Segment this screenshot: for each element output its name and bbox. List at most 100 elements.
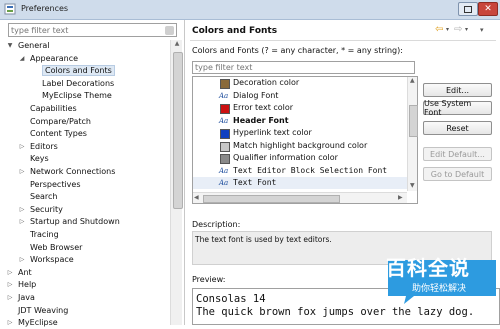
tree-expander-icon[interactable]: ▼ <box>6 40 14 52</box>
maximize-button[interactable] <box>458 2 478 16</box>
colors-fonts-vscroll-thumb[interactable] <box>409 105 418 137</box>
back-history-dropdown-icon[interactable]: ▾ <box>446 26 449 33</box>
tree-item-label: General <box>18 41 50 50</box>
tree-expander-icon[interactable]: ▷ <box>18 141 26 153</box>
back-arrow-icon[interactable]: ⇦ <box>435 24 443 35</box>
tree-item-label: Perspectives <box>30 179 81 189</box>
scroll-up-icon[interactable]: ▲ <box>171 40 183 50</box>
edit-button-label: Edit... <box>445 85 470 95</box>
forward-arrow-icon[interactable]: ⇨ <box>454 24 462 35</box>
tree-item[interactable]: Search <box>20 191 57 203</box>
colors-fonts-item[interactable]: Aa Text Editor Block Selection Font <box>193 165 407 177</box>
tree-expander-icon[interactable]: ▷ <box>18 254 26 266</box>
colors-fonts-item-label: Header Font <box>233 115 289 125</box>
go-to-default-button[interactable]: Go to Default <box>423 167 492 181</box>
tree-expander-icon[interactable]: ▷ <box>6 292 14 304</box>
colors-fonts-hscroll-thumb[interactable] <box>203 195 340 203</box>
use-system-font-button[interactable]: Use System Font <box>423 99 492 117</box>
colors-fonts-item[interactable]: Aa Header Font <box>193 115 407 127</box>
tree-item-label: MyEclipse <box>18 318 58 328</box>
preview-label: Preview: <box>192 275 226 284</box>
tree-item-label: Keys <box>30 154 49 164</box>
colors-fonts-hscrollbar[interactable]: ◀ ▶ <box>193 192 407 203</box>
tree-item-label: Tracing <box>30 230 59 239</box>
go-to-default-label: Go to Default <box>430 169 485 179</box>
tree-item-label: Java <box>18 293 35 302</box>
color-swatch-icon <box>220 141 230 152</box>
tree-scrollbar[interactable]: ▲ <box>170 40 183 325</box>
preview-line-sample: The quick brown fox jumps over the lazy … <box>196 306 475 318</box>
tree-item[interactable]: Keys <box>20 153 49 165</box>
colors-fonts-item[interactable]: Aa Text Font <box>193 177 407 189</box>
tree-item[interactable]: Colors and Fonts <box>32 65 115 77</box>
colors-fonts-item[interactable]: Hyperlink text color <box>193 127 407 139</box>
tree-item-label: Security <box>30 204 63 214</box>
edit-button[interactable]: Edit... <box>423 83 492 97</box>
tree-item[interactable]: ◢ Appearance <box>20 53 78 65</box>
tree-item[interactable]: ▷ MyEclipse <box>8 317 58 329</box>
title-bar: Preferences <box>0 0 500 20</box>
tree-item[interactable]: ▷ Help <box>6 279 37 291</box>
clear-filter-icon[interactable] <box>165 26 174 35</box>
tree-item[interactable]: ▷ Network Connections <box>18 166 116 178</box>
page-title: Colors and Fonts <box>192 26 278 36</box>
view-menu-icon[interactable]: ▾ <box>480 26 484 34</box>
tree-expander-icon[interactable]: ▷ <box>6 279 14 291</box>
colors-fonts-item-label: Text Font <box>233 178 277 187</box>
scroll-down-icon[interactable]: ▼ <box>410 182 415 189</box>
tree-item[interactable]: MyEclipse Theme <box>32 90 112 102</box>
forward-history-dropdown-icon[interactable]: ▾ <box>465 26 468 33</box>
colors-fonts-item-label: Hyperlink text color <box>233 128 312 137</box>
tree-item[interactable]: Perspectives <box>20 179 81 191</box>
scroll-left-icon[interactable]: ◀ <box>194 194 199 201</box>
tree-item[interactable]: ▷ Startup and Shutdown <box>20 216 120 228</box>
close-button[interactable]: ✕ <box>478 2 498 16</box>
colors-fonts-item[interactable]: Qualifier information color <box>193 152 407 164</box>
colors-fonts-filter-box[interactable] <box>192 61 415 74</box>
maximize-icon <box>464 5 472 13</box>
colors-fonts-item[interactable]: Decoration color <box>193 77 407 89</box>
tree-item[interactable]: Content Types <box>20 128 87 140</box>
tree-item-label: Appearance <box>30 53 79 63</box>
colors-fonts-tree: Decoration color Aa Dialog Font Error text … <box>192 76 418 204</box>
tree-item-label: Help <box>18 280 37 290</box>
preference-filter-input[interactable] <box>9 24 169 36</box>
tree-expander-icon[interactable]: ▷ <box>6 267 14 279</box>
tree-item-label: Startup and Shutdown <box>30 217 120 227</box>
colors-fonts-item-label: Error text color <box>233 103 294 112</box>
tree-scroll-thumb[interactable] <box>173 52 183 209</box>
colors-fonts-vscrollbar[interactable]: ▲ ▼ <box>407 77 418 191</box>
scroll-right-icon[interactable]: ▶ <box>398 194 403 201</box>
tree-expander-icon[interactable]: ▷ <box>18 204 26 216</box>
tree-item[interactable]: ▷ Workspace <box>20 254 74 266</box>
tree-item[interactable]: ▷ Editors <box>20 141 58 153</box>
colors-fonts-item[interactable]: Error text color <box>193 102 407 114</box>
tree-item[interactable]: ▷ Java <box>8 292 35 304</box>
tree-expander-icon[interactable]: ◢ <box>18 53 26 65</box>
tree-item[interactable]: ▷ Security <box>20 204 63 216</box>
tree-item[interactable]: Web Browser <box>20 242 82 254</box>
tree-item-label: Workspace <box>30 255 74 265</box>
colors-fonts-item[interactable]: Aa Dialog Font <box>193 90 407 102</box>
colors-fonts-item[interactable]: Match highlight background color <box>193 140 407 152</box>
tree-item[interactable]: Capabilities <box>20 103 77 115</box>
scroll-up-icon[interactable]: ▲ <box>410 77 415 84</box>
tree-item[interactable]: Tracing <box>20 229 59 241</box>
preference-filter-box[interactable] <box>8 23 177 37</box>
tree-expander-icon[interactable]: ▷ <box>18 216 26 228</box>
tree-item[interactable]: Label Decorations <box>32 78 114 90</box>
preview-line-font: Consolas 14 <box>196 293 266 305</box>
tree-item[interactable]: JDT Weaving <box>8 305 68 317</box>
reset-button[interactable]: Reset <box>423 121 492 135</box>
edit-default-button[interactable]: Edit Default... <box>423 147 492 161</box>
color-swatch-icon <box>220 129 230 139</box>
tree-item[interactable]: ▼ General <box>8 40 50 52</box>
tree-item[interactable]: ▷ Ant <box>8 267 32 279</box>
tree-expander-icon[interactable]: ▷ <box>18 166 26 178</box>
tree-item[interactable]: Compare/Patch <box>20 116 91 128</box>
colors-fonts-filter-input[interactable] <box>193 62 410 73</box>
window-title: Preferences <box>21 4 69 13</box>
colors-fonts-description: Colors and Fonts (? = any character, * =… <box>192 46 403 55</box>
tree-expander-icon[interactable]: ▷ <box>6 317 14 329</box>
tree-item-label: Search <box>30 192 58 202</box>
